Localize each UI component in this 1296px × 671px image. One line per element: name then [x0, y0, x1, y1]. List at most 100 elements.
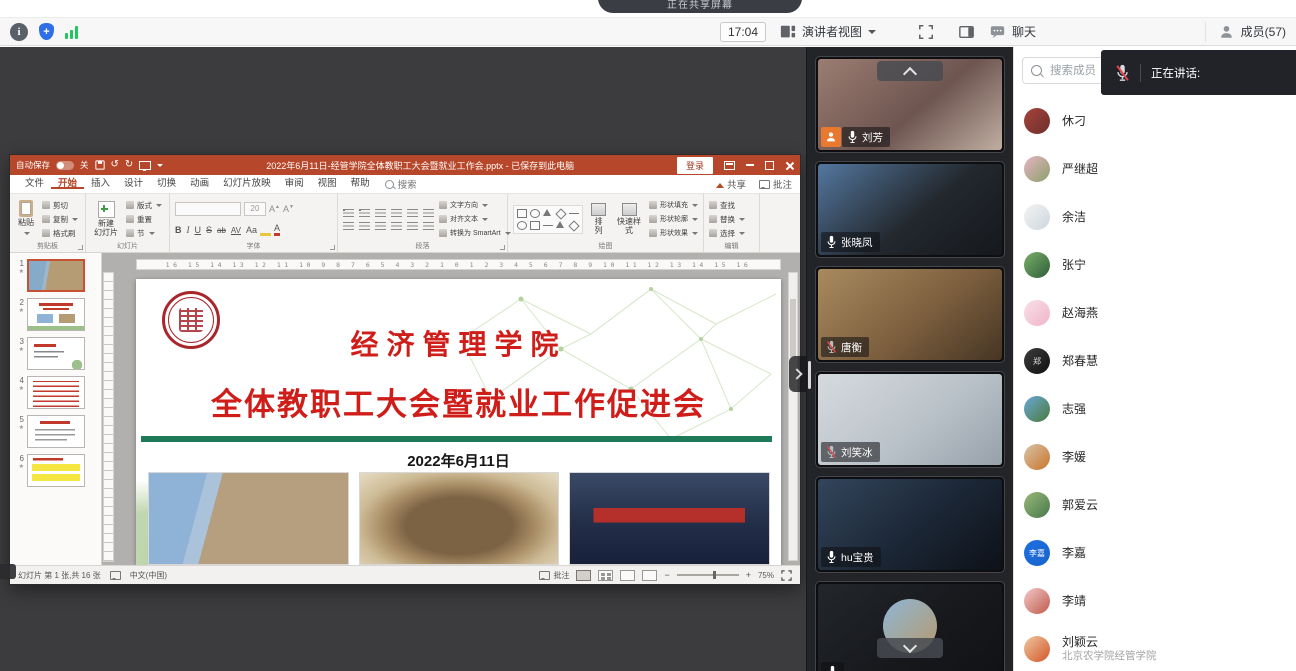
slide-scrollbar: [788, 272, 798, 561]
network-signal-icon[interactable]: [65, 25, 78, 39]
toolbar-divider: [1205, 22, 1206, 42]
member-row[interactable]: 张宁: [1014, 241, 1296, 289]
member-row[interactable]: 李嘉 李嘉: [1014, 529, 1296, 577]
member-avatar: [1024, 444, 1050, 470]
member-row[interactable]: 李媛: [1014, 433, 1296, 481]
member-avatar: [1024, 252, 1050, 278]
video-name-bar: hu宝贵: [821, 547, 881, 567]
search-icon: [1031, 65, 1042, 76]
expand-panel-button[interactable]: [789, 356, 806, 392]
member-avatar: [1024, 204, 1050, 230]
ppt-menu-tab: 开始: [51, 178, 84, 189]
font-style-button: ab: [217, 226, 226, 235]
video-tile[interactable]: hu宝贵: [815, 476, 1005, 573]
ppt-menu-tab: 视图: [311, 178, 344, 189]
reading-view-icon: [620, 570, 635, 581]
collapse-videos-button[interactable]: [877, 61, 943, 81]
ppt-menu-tab: 审阅: [278, 178, 311, 189]
meeting-info-icon[interactable]: i: [10, 23, 28, 41]
member-name: 李媛: [1062, 450, 1086, 465]
mic-on-icon: [847, 130, 858, 144]
view-mode-button[interactable]: 演讲者视图: [780, 23, 876, 40]
ppt-menu-tab: 文件: [18, 178, 51, 189]
vertical-ruler: [103, 272, 114, 562]
members-label: 成员(57): [1241, 23, 1286, 40]
member-row[interactable]: 志强: [1014, 385, 1296, 433]
font-style-button: B: [175, 225, 182, 235]
member-name: 张宁: [1062, 258, 1086, 273]
quick-styles-button: 快速样式: [614, 198, 644, 240]
members-button[interactable]: 成员(57): [1218, 23, 1286, 40]
slide-thumbnail: 4★: [10, 373, 101, 412]
chevron-down-icon: [868, 30, 876, 38]
ribbon-group-slides: 新建幻灯片 版式 重置 节 幻灯片: [86, 194, 170, 252]
member-row[interactable]: 余洁: [1014, 193, 1296, 241]
ppt-signin-button: 登录: [677, 157, 713, 174]
member-row[interactable]: 李靖: [1014, 577, 1296, 625]
shared-screen-viewport[interactable]: 自动保存 关 ↺ ↻ 2022年6月11日-经管学院全体教职工大会暨就业工作会.…: [0, 47, 806, 671]
top-strip: 正在共享屏幕: [0, 0, 1296, 18]
search-icon: [385, 180, 394, 189]
member-name: 郭爱云: [1062, 498, 1098, 513]
chat-bubble-icon: [989, 24, 1006, 40]
animation-star-icon: ★: [19, 463, 24, 470]
member-row[interactable]: 郭爱云: [1014, 481, 1296, 529]
member-row[interactable]: 赵海燕: [1014, 289, 1296, 337]
fullscreen-button[interactable]: [918, 24, 934, 40]
member-row[interactable]: 严继超: [1014, 145, 1296, 193]
scroll-down-videos-button[interactable]: [877, 638, 943, 658]
ppt-window: 自动保存 关 ↺ ↻ 2022年6月11日-经管学院全体教职工大会暨就业工作会.…: [10, 155, 800, 584]
highlight-pen-icon: [260, 225, 271, 236]
dialog-launcher-icon: [78, 245, 83, 250]
slideshow-view-icon: [642, 570, 657, 581]
ppt-search: 搜索: [385, 177, 417, 191]
ppt-document-title: 2022年6月11日-经管学院全体教职工大会暨就业工作会.pptx - 已保存到…: [170, 159, 670, 172]
slide-workspace: 16 15 14 13 12 11 10 9 8 7 6 5 4 3 2 1 0…: [102, 253, 800, 565]
ppt-statusbar: 幻灯片 第 1 张,共 16 张 中文(中国) 批注 − + 75%: [10, 565, 800, 584]
member-row[interactable]: 刘颖云 北京农学院经管学院: [1014, 625, 1296, 671]
video-tile[interactable]: 张晓凤: [815, 161, 1005, 258]
redo-icon: ↻: [125, 160, 133, 170]
video-tile[interactable]: 刘笑冰: [815, 371, 1005, 468]
animation-star-icon: ★: [19, 385, 24, 392]
member-avatar: 郑: [1024, 348, 1050, 374]
member-name: 严继超: [1062, 162, 1098, 177]
dialog-launcher-icon: [330, 245, 335, 250]
member-row[interactable]: 休刁: [1014, 97, 1296, 145]
video-tile[interactable]: 唐衡: [815, 266, 1005, 363]
member-avatar: [1024, 588, 1050, 614]
meeting-toolbar: i + 17:04 演讲者视图: [0, 18, 1296, 46]
video-tile[interactable]: [815, 581, 1005, 671]
font-color-button: A: [274, 224, 280, 236]
campus-building-photo: [148, 472, 349, 565]
font-name-box: [175, 202, 241, 216]
video-sidebar: 刘芳: [806, 47, 1013, 671]
ppt-menu-tab: 帮助: [344, 178, 377, 189]
security-shield-icon[interactable]: +: [39, 23, 54, 40]
video-tile[interactable]: 刘芳: [815, 56, 1005, 153]
zoom-out-icon: −: [664, 570, 669, 580]
speaking-label: 正在讲话:: [1151, 65, 1200, 81]
ppt-menu-tab: 幻灯片放映: [216, 178, 278, 189]
video-feed: 唐衡: [818, 269, 1002, 360]
slide-thumbnail: 5★: [10, 412, 101, 451]
ribbon-options-icon: [724, 161, 735, 170]
member-name: 志强: [1062, 402, 1086, 417]
member-row[interactable]: 郑 郑春慧: [1014, 337, 1296, 385]
slide-thumbnail-preview: [27, 415, 85, 448]
slide-thumbnail: 2★: [10, 295, 101, 334]
video-strip-scrollbar[interactable]: [808, 361, 811, 389]
mic-on-icon: [827, 665, 838, 671]
close-icon: [785, 161, 794, 170]
floating-toolbar-handle[interactable]: [0, 564, 16, 579]
horizontal-ruler: 16 15 14 13 12 11 10 9 8 7 6 5 4 3 2 1 0…: [136, 259, 781, 270]
chat-button[interactable]: 聊天: [989, 23, 1036, 40]
speaker-view-icon: [780, 24, 796, 40]
slide-date: 2022年6月11日: [136, 450, 781, 471]
speaking-indicator: 正在讲话:: [1101, 50, 1296, 95]
mic-muted-icon: [1115, 64, 1130, 82]
ppt-comments-button: 批注: [759, 177, 792, 191]
screen-share-pill[interactable]: 正在共享屏幕: [598, 0, 802, 13]
side-panel-toggle-button[interactable]: [958, 24, 975, 40]
font-size-box: 20: [244, 202, 266, 216]
